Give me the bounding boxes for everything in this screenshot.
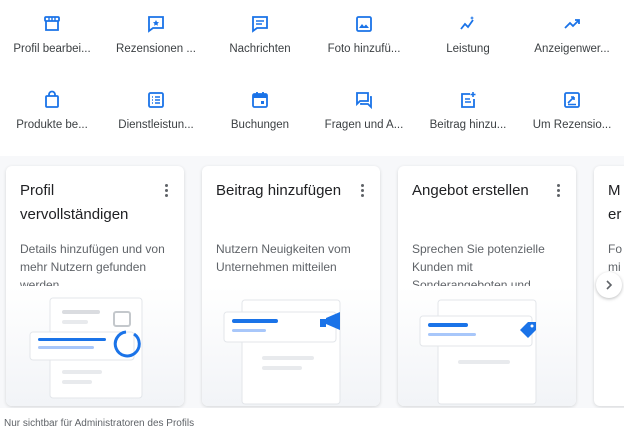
chevron-right-icon: [606, 280, 613, 290]
bookings-action[interactable]: Buchungen: [208, 90, 312, 146]
reviews-action[interactable]: Rezensionen ...: [104, 14, 208, 70]
insights-icon: [460, 16, 474, 30]
suggestion-card[interactable]: Angebot erstellen Sprechen Sie potenziel…: [398, 166, 576, 406]
add-photo-action[interactable]: Foto hinzufü...: [312, 14, 416, 70]
profile-illustration: [6, 286, 184, 406]
list-icon: [148, 92, 164, 108]
more-options-icon[interactable]: [550, 182, 566, 202]
card-description: Nutzern Neuigkeiten vom Unternehmen mitt…: [216, 242, 351, 274]
request-review-icon: [564, 92, 580, 108]
card-description: Fo mi: [608, 242, 623, 274]
performance-label: Leistung: [446, 43, 490, 55]
qa-action[interactable]: Fragen und A...: [312, 90, 416, 146]
question-answer-icon: [356, 92, 372, 110]
bookings-label: Buchungen: [230, 119, 290, 131]
trending-up-icon: [564, 19, 580, 29]
shopping-bag-icon: [45, 90, 59, 108]
message-icon: [252, 16, 268, 33]
performance-action[interactable]: Leistung: [416, 14, 520, 70]
request-reviews-action[interactable]: Um Rezensio...: [520, 90, 624, 146]
carousel-next-button[interactable]: [596, 272, 622, 298]
more-options-icon[interactable]: [354, 182, 370, 202]
request-reviews-label: Um Rezensio...: [532, 119, 612, 131]
products-action[interactable]: Produkte be...: [0, 90, 104, 146]
services-label: Dienstleistun...: [118, 119, 194, 131]
add-post-action[interactable]: Beitrag hinzu...: [416, 90, 520, 146]
add-photo-label: Foto hinzufü...: [327, 43, 401, 55]
add-post-label: Beitrag hinzu...: [429, 119, 507, 131]
card-title: Profil vervollständigen: [20, 182, 129, 223]
suggestion-carousel: Profil vervollständigen Details hinzufüg…: [0, 156, 624, 408]
services-action[interactable]: Dienstleistun...: [104, 90, 208, 146]
messages-action[interactable]: Nachrichten: [208, 14, 312, 70]
suggestion-card[interactable]: Beitrag hinzufügen Nutzern Neuigkeiten v…: [202, 166, 380, 406]
admin-visibility-note: Nur sichtbar für Administratoren des Pro…: [4, 418, 195, 429]
rate-review-icon: [148, 16, 164, 33]
qa-label: Fragen und A...: [324, 119, 404, 131]
quick-actions-row-2: Produkte be... Dienstleistun... Buchunge…: [0, 90, 624, 150]
edit-profile-action[interactable]: Profil bearbei...: [0, 14, 104, 70]
calendar-icon: [252, 92, 268, 108]
quick-actions-row-1: Profil bearbei... Rezensionen ... Nachri…: [0, 14, 624, 74]
post-illustration: [202, 286, 380, 406]
offer-illustration: [398, 286, 576, 406]
ads-label: Anzeigenwer...: [534, 43, 610, 55]
card-title: M er: [608, 182, 622, 223]
products-label: Produkte be...: [16, 119, 88, 131]
reviews-label: Rezensionen ...: [116, 43, 196, 55]
messages-label: Nachrichten: [229, 43, 291, 55]
storefront-icon: [44, 16, 60, 31]
add-photo-icon: [356, 16, 372, 32]
post-add-icon: [461, 92, 476, 108]
card-title: Angebot erstellen: [412, 182, 529, 199]
suggestion-card[interactable]: Profil vervollständigen Details hinzufüg…: [6, 166, 184, 406]
card-title: Beitrag hinzufügen: [216, 182, 342, 199]
edit-profile-label: Profil bearbei...: [13, 43, 91, 55]
ads-action[interactable]: Anzeigenwer...: [520, 14, 624, 70]
more-options-icon[interactable]: [158, 182, 174, 202]
